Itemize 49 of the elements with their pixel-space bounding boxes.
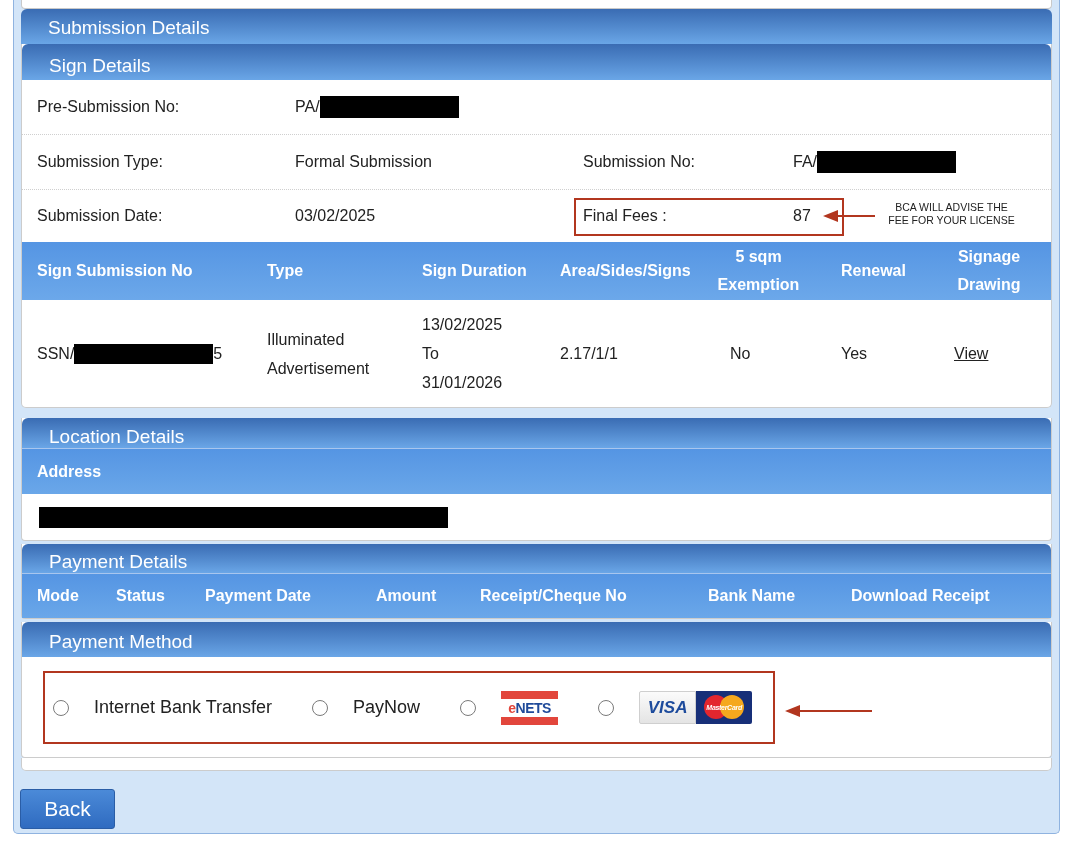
column-header: Sign Submission No — [37, 262, 193, 279]
column-header: Type — [267, 262, 304, 279]
radio-button[interactable] — [312, 699, 329, 716]
annotation-arrow — [823, 209, 875, 223]
column-header: Renewal — [841, 262, 906, 279]
section-title: Payment Details — [49, 551, 188, 573]
column-header: Area/Sides/Signs — [560, 262, 691, 279]
column-header: Status — [116, 587, 165, 604]
radio-button[interactable] — [53, 699, 69, 716]
option-label[interactable]: Internet Bank Transfer — [94, 694, 273, 721]
column-header: Sign Duration — [422, 262, 527, 279]
visa-logo: VISA — [639, 691, 697, 724]
column-header: Signage Drawing — [957, 248, 1021, 293]
table-cell-text: Yes — [841, 344, 868, 364]
view-link[interactable]: View — [954, 339, 989, 368]
section-title: Submission Details — [48, 17, 210, 39]
column-header: 5 sqm Exemption — [717, 248, 800, 293]
field-value: 87 — [793, 206, 811, 226]
column-header: Payment Date — [205, 587, 311, 604]
field-label: Submission No: — [583, 153, 696, 170]
column-header: Download Receipt — [851, 587, 990, 604]
column-header: Mode — [37, 587, 79, 604]
section-title: Payment Method — [49, 631, 193, 653]
section-title: Location Details — [49, 426, 185, 448]
field-value: FA/ — [793, 152, 817, 172]
table-cell-text: Illuminated Advertisement — [267, 329, 371, 379]
field-label: Final Fees : — [583, 207, 667, 224]
column-header: Address — [37, 461, 102, 482]
table-cell-text: SSN/ — [37, 344, 75, 364]
radio-button[interactable] — [460, 699, 477, 716]
field-value: PA/ — [295, 97, 320, 117]
column-header: Amount — [376, 587, 437, 604]
table-cell-text: 5 — [213, 344, 223, 364]
table-cell-text: 2.17/1/1 — [560, 344, 618, 364]
field-label: Pre-Submission No: — [37, 98, 180, 115]
field-value: 03/02/2025 — [295, 206, 376, 226]
radio-button[interactable] — [598, 699, 615, 716]
annotation-note: BCA WILL ADVISE THE FEE FOR YOUR LICENSE — [887, 201, 1016, 227]
back-button[interactable]: Back — [20, 789, 115, 829]
field-label: Submission Date: — [37, 207, 163, 224]
column-header: Receipt/Cheque No — [480, 587, 627, 604]
option-label[interactable]: PayNow — [353, 694, 421, 721]
column-header: Bank Name — [708, 587, 796, 604]
field-label: Submission Type: — [37, 153, 163, 170]
table-cell-text: 13/02/2025 To 31/01/2026 — [422, 315, 504, 393]
section-title: Sign Details — [49, 55, 151, 77]
field-value: Formal Submission — [295, 152, 432, 172]
enets-logo: eNETS — [501, 690, 559, 725]
table-cell-text: No — [730, 344, 751, 364]
